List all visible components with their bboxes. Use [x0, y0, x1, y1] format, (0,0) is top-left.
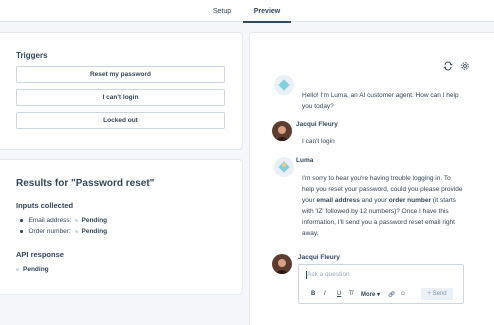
results-card: Results for "Password reset" Inputs coll… — [0, 160, 242, 294]
results-title: Results for "Password reset" — [16, 178, 155, 189]
api-response-row: Pending — [16, 266, 49, 273]
emoji-icon[interactable]: ☺ — [400, 291, 406, 297]
user-name: Jacqui Fleury — [298, 254, 340, 261]
tab-setup[interactable]: Setup — [202, 0, 242, 22]
question-input[interactable] — [307, 271, 457, 278]
input-label: Order number: — [28, 228, 71, 235]
user-message: I can't login — [302, 138, 335, 145]
message-composer: B I U T̸ More ▾ 🔗︎ ☺ + Send — [298, 264, 464, 304]
settings-icon[interactable] — [460, 58, 470, 70]
underline-icon[interactable]: U — [337, 291, 341, 297]
triggers-card: Triggers Reset my password I can't login… — [0, 33, 242, 149]
inputs-collected-heading: Inputs collected — [16, 201, 74, 210]
triggers-title: Triggers — [16, 51, 48, 60]
more-menu-button[interactable]: More ▾ — [361, 291, 380, 298]
top-tab-bar: Setup Preview — [0, 0, 494, 23]
user-avatar — [272, 254, 292, 274]
status-text: Pending — [23, 266, 49, 273]
luma-name: Luma — [296, 157, 314, 164]
user-avatar — [272, 121, 292, 141]
italic-icon[interactable]: I — [324, 291, 326, 297]
tab-preview[interactable]: Preview — [243, 0, 291, 23]
status-text: Pending — [81, 228, 108, 235]
bullet — [20, 219, 23, 222]
chat-preview-panel: Hello! I'm Luma, an AI customer agent. H… — [250, 33, 494, 325]
luma-avatar — [274, 75, 294, 95]
trigger-locked-out-button[interactable]: Locked out — [16, 112, 225, 129]
link-icon[interactable]: 🔗︎ — [388, 291, 396, 298]
luma-avatar — [274, 157, 294, 177]
input-row-order: Order number: Pending — [20, 228, 107, 235]
input-label: Email address: — [28, 217, 72, 224]
clear-format-icon[interactable]: T̸ — [349, 291, 353, 297]
status-text: Pending — [81, 217, 108, 224]
send-button[interactable]: + Send — [421, 288, 453, 300]
refresh-icon[interactable] — [443, 58, 453, 71]
user-name: Jacqui Fleury — [296, 121, 338, 128]
bullet — [20, 230, 23, 233]
status-dot — [74, 230, 78, 233]
input-row-email: Email address: Pending — [20, 217, 107, 224]
trigger-reset-password-button[interactable]: Reset my password — [16, 66, 225, 83]
status-dot — [74, 219, 78, 222]
luma-greeting-message: Hello! I'm Luma, an AI customer agent. H… — [302, 92, 459, 110]
status-dot — [16, 268, 19, 271]
bold-icon[interactable]: B — [311, 291, 315, 297]
luma-reply-message: I'm sorry to hear you're having trouble … — [302, 175, 463, 237]
trigger-cant-login-button[interactable]: I can't login — [16, 89, 225, 106]
api-response-heading: API response — [16, 250, 64, 259]
